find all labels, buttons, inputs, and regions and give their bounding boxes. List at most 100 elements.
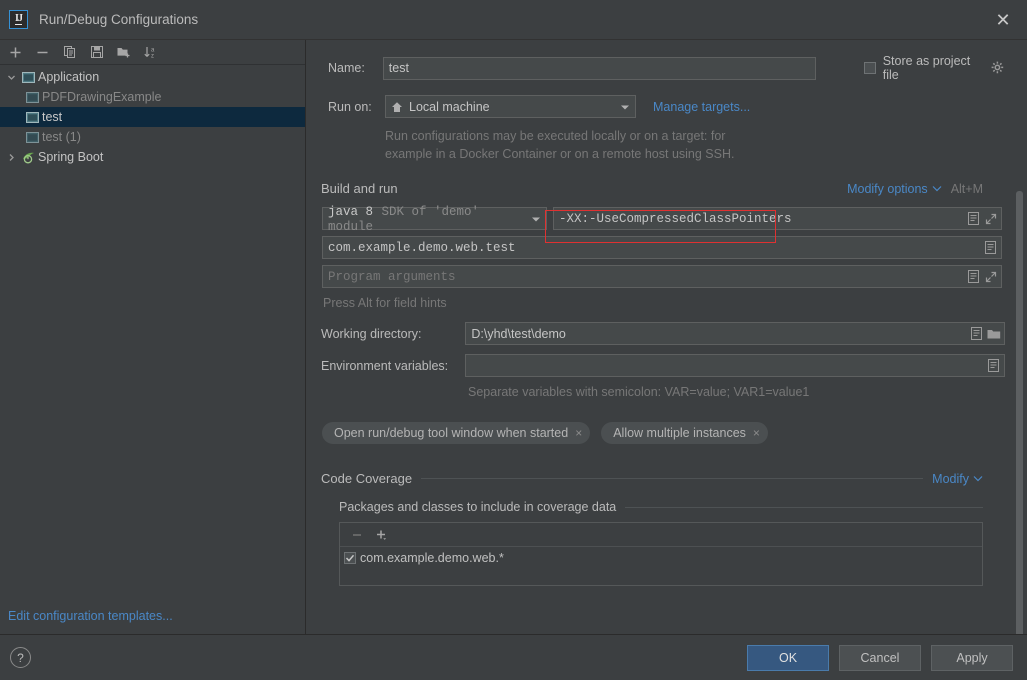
dialog-body: a z Application PDFDrawingExample test t…	[0, 40, 1027, 634]
edit-configuration-templates-link[interactable]: Edit configuration templates...	[8, 598, 173, 634]
run-on-dropdown[interactable]: Local machine	[385, 95, 636, 118]
coverage-packages-toolbar	[340, 523, 982, 547]
chevron-right-icon[interactable]	[4, 153, 19, 162]
store-as-project-file-label: Store as project file	[882, 54, 971, 82]
subsection-divider	[625, 506, 983, 508]
close-icon[interactable]: ×	[575, 426, 582, 440]
dialog-footer: ? OK Cancel Apply	[0, 634, 1027, 680]
chevron-down-icon[interactable]	[973, 475, 983, 482]
chevron-down-icon[interactable]	[932, 185, 942, 192]
store-as-project-file-checkbox[interactable]	[863, 62, 876, 74]
code-coverage-section-title: Code Coverage	[321, 471, 413, 486]
program-arguments-input[interactable]: Program arguments	[322, 265, 1002, 288]
home-icon	[391, 101, 403, 113]
cancel-button[interactable]: Cancel	[839, 644, 921, 671]
vm-options-input[interactable]: -XX:-UseCompressedClassPointers	[553, 207, 1002, 230]
chip-allow-multiple-instances[interactable]: Allow multiple instances ×	[601, 422, 768, 444]
modify-options-shortcut: Alt+M	[950, 181, 983, 196]
coverage-packages-subsection-title: Packages and classes to include in cover…	[339, 500, 617, 514]
tree-item-test-1[interactable]: test (1)	[0, 127, 305, 147]
tree-item-test[interactable]: test	[0, 107, 305, 127]
save-configuration-button[interactable]	[83, 40, 110, 64]
expand-icon[interactable]	[982, 265, 999, 288]
run-on-value: Local machine	[409, 99, 490, 114]
sidebar-toolbar: a z	[0, 40, 305, 65]
code-coverage-modify-link[interactable]: Modify	[932, 472, 969, 486]
vertical-scrollbar[interactable]	[1016, 191, 1023, 634]
coverage-package-label: com.example.demo.web.*	[360, 551, 504, 565]
vm-options-value: -XX:-UseCompressedClassPointers	[559, 211, 792, 226]
help-button[interactable]: ?	[10, 647, 31, 668]
working-directory-label: Working directory:	[321, 326, 422, 341]
build-and-run-section-title: Build and run	[321, 181, 398, 196]
remove-package-button[interactable]	[346, 524, 368, 546]
remove-configuration-button[interactable]	[29, 40, 56, 64]
coverage-package-row[interactable]: com.example.demo.web.*	[340, 547, 982, 569]
macro-list-icon[interactable]	[982, 236, 999, 259]
intellij-logo-text: IJ	[15, 13, 23, 25]
copy-configuration-button[interactable]	[56, 40, 83, 64]
tree-item-label: Application	[38, 70, 100, 84]
working-directory-input[interactable]: D:\yhd\test\demo	[465, 322, 1005, 345]
run-on-label: Run on:	[328, 99, 372, 114]
main-class-value: com.example.demo.web.test	[328, 240, 516, 255]
tree-item-pdfdrawingexample[interactable]: PDFDrawingExample	[0, 87, 305, 107]
name-input-value: test	[388, 61, 409, 75]
close-icon[interactable]: ×	[753, 426, 760, 440]
sdk-primary-label: java 8	[328, 204, 374, 219]
coverage-package-checkbox[interactable]	[344, 552, 356, 564]
spring-boot-icon	[19, 151, 37, 164]
environment-variables-label: Environment variables:	[321, 358, 449, 373]
svg-text:z: z	[151, 54, 154, 60]
modify-options-link[interactable]: Modify options	[847, 182, 928, 196]
chevron-down-icon	[531, 212, 541, 226]
tree-item-application[interactable]: Application	[0, 67, 305, 87]
sort-configurations-button[interactable]: a z	[137, 40, 164, 64]
tree-item-label: test	[42, 110, 63, 124]
tree-item-label: Spring Boot	[38, 150, 104, 164]
gear-icon[interactable]	[991, 61, 1005, 76]
tree-item-label: test (1)	[42, 130, 81, 144]
coverage-packages-box: com.example.demo.web.*	[339, 522, 983, 586]
run-on-hint-line-1: Run configurations may be executed local…	[385, 129, 726, 143]
program-arguments-placeholder: Program arguments	[328, 269, 456, 284]
section-divider	[421, 478, 924, 479]
intellij-logo-icon: IJ	[9, 10, 28, 29]
name-input[interactable]: test	[382, 56, 816, 80]
browse-folder-icon[interactable]	[985, 322, 1002, 345]
macro-list-icon[interactable]	[968, 322, 985, 345]
close-icon[interactable]: ✕	[989, 6, 1017, 34]
configuration-editor-pane: Name: test Store as project file Run on:…	[306, 40, 1027, 634]
configurations-sidebar: a z Application PDFDrawingExample test t…	[0, 40, 306, 634]
environment-variables-input[interactable]	[465, 354, 1005, 377]
name-label: Name:	[328, 61, 365, 75]
working-directory-value: D:\yhd\test\demo	[471, 326, 566, 341]
apply-button[interactable]: Apply	[931, 644, 1013, 671]
new-folder-button[interactable]	[110, 40, 137, 64]
run-on-hint-line-2: example in a Docker Container or on a re…	[385, 147, 735, 161]
field-hints-text: Press Alt for field hints	[323, 296, 447, 310]
macro-list-icon[interactable]	[965, 265, 982, 288]
application-icon	[23, 111, 41, 123]
footer-buttons: OK Cancel Apply	[747, 644, 1013, 671]
chip-label: Open run/debug tool window when started	[334, 426, 569, 440]
titlebar: IJ Run/Debug Configurations ✕	[0, 0, 1027, 40]
tree-item-label: PDFDrawingExample	[42, 90, 162, 104]
page-title: Run/Debug Configurations	[39, 12, 199, 27]
ok-button[interactable]: OK	[747, 644, 829, 671]
add-configuration-button[interactable]	[2, 40, 29, 64]
tree-item-spring-boot[interactable]: Spring Boot	[0, 147, 305, 167]
jre-dropdown[interactable]: java 8 SDK of 'demo' module	[322, 204, 547, 234]
macro-list-icon[interactable]	[965, 207, 982, 230]
macro-list-icon[interactable]	[985, 354, 1002, 377]
run-debug-configurations-dialog: IJ Run/Debug Configurations ✕ a z Applic…	[0, 0, 1027, 680]
chevron-down-icon[interactable]	[4, 73, 19, 82]
scrollbar-thumb[interactable]	[1016, 191, 1023, 634]
add-package-button[interactable]	[370, 524, 394, 546]
manage-targets-link[interactable]: Manage targets...	[653, 100, 750, 114]
chip-open-run-debug-tool-window[interactable]: Open run/debug tool window when started …	[322, 422, 591, 444]
application-icon	[23, 131, 41, 143]
main-class-input[interactable]: com.example.demo.web.test	[322, 236, 1002, 259]
environment-variables-hint: Separate variables with semicolon: VAR=v…	[468, 385, 810, 399]
expand-icon[interactable]	[982, 207, 999, 230]
